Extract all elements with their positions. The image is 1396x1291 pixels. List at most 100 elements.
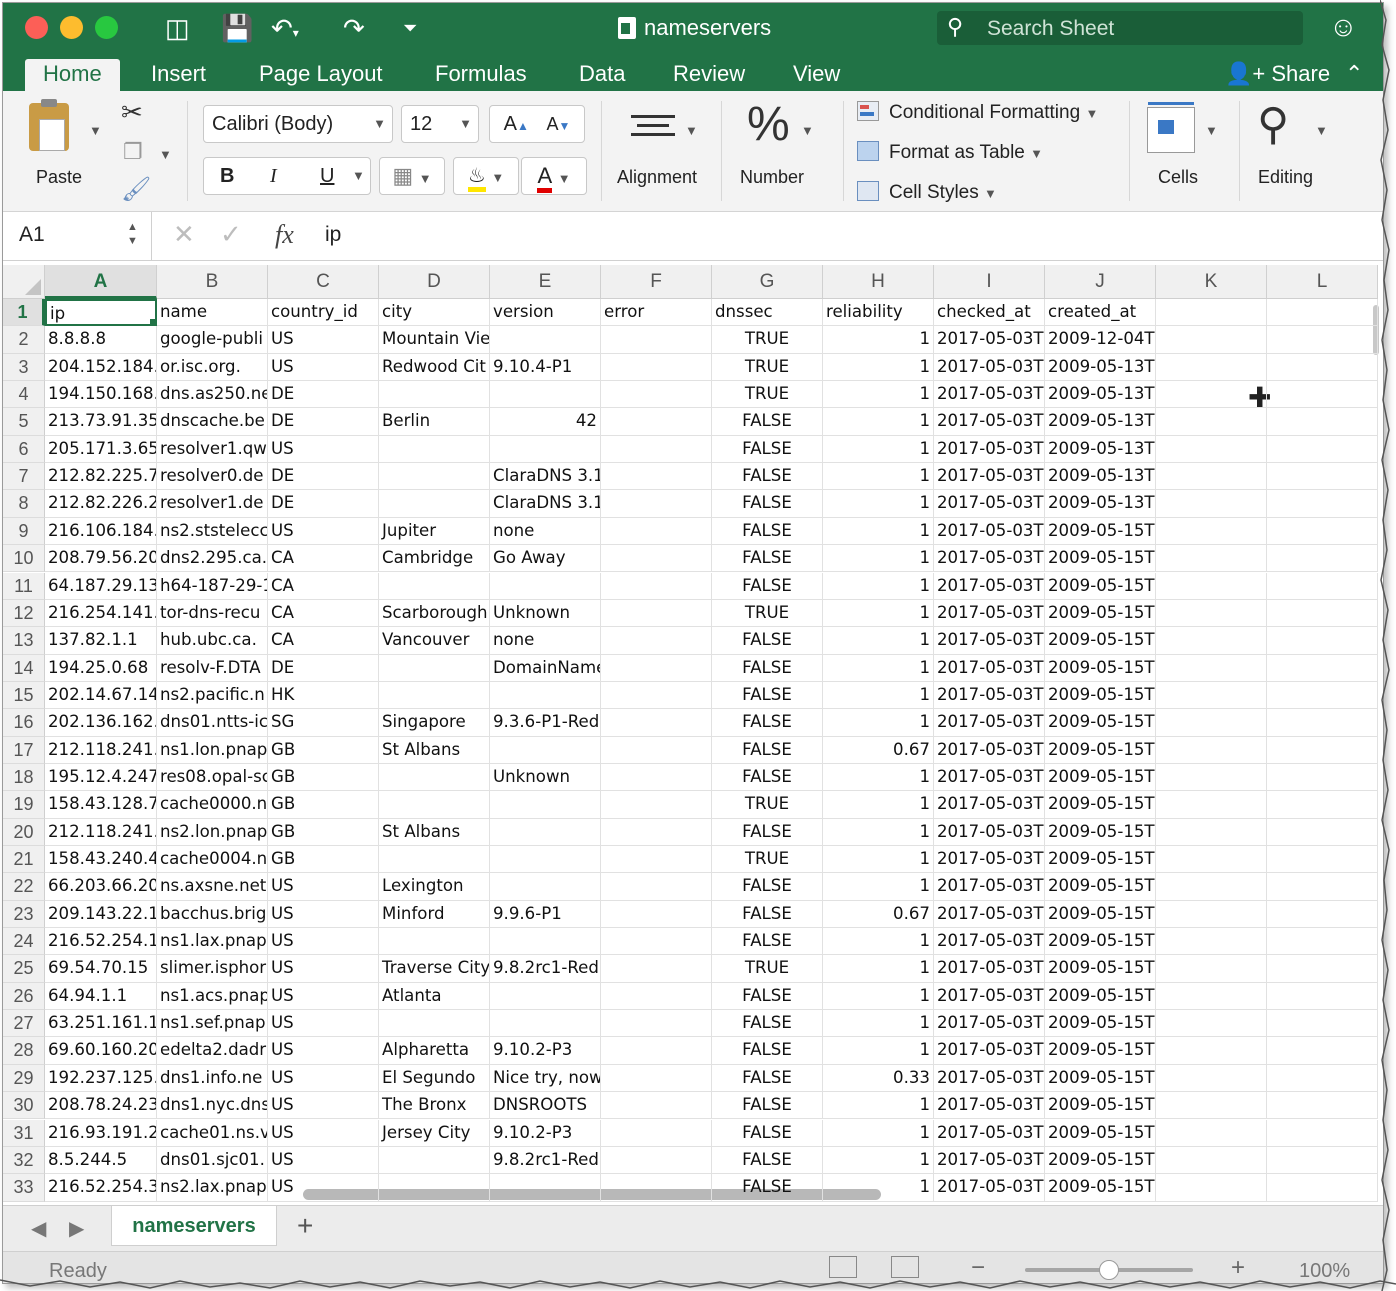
fill-color-button[interactable]: ♨ ▼ <box>453 157 519 195</box>
table-cell[interactable]: dns.as250.ne <box>157 381 268 409</box>
table-cell[interactable] <box>490 846 601 874</box>
row-header[interactable]: 18 <box>3 763 45 792</box>
table-cell[interactable]: El Segundo <box>379 1064 490 1093</box>
table-cell[interactable] <box>1156 681 1267 710</box>
table-cell[interactable] <box>1267 599 1378 628</box>
column-header-b[interactable]: B <box>157 265 268 299</box>
table-cell[interactable]: TRUE <box>712 599 823 628</box>
table-cell[interactable]: 1 <box>823 791 934 819</box>
font-color-button[interactable]: A ▼ <box>521 157 587 195</box>
table-cell[interactable] <box>1156 381 1267 409</box>
table-cell[interactable]: 2017-05-03T <box>934 1119 1045 1147</box>
column-header-f[interactable]: F <box>601 265 712 299</box>
table-cell[interactable]: HK <box>268 681 379 710</box>
table-cell[interactable] <box>1267 490 1378 518</box>
table-cell[interactable]: 2017-05-03T <box>934 818 1045 846</box>
add-sheet-icon[interactable]: + <box>297 1210 313 1242</box>
table-cell[interactable]: FALSE <box>712 517 823 546</box>
table-cell[interactable]: 2017-05-03T <box>934 627 1045 655</box>
row-header[interactable]: 29 <box>3 1064 45 1093</box>
table-cell[interactable]: US <box>268 1174 379 1202</box>
table-cell[interactable]: dns2.295.ca. <box>157 545 268 573</box>
table-cell[interactable]: The Bronx <box>379 1092 490 1120</box>
row-header[interactable]: 13 <box>3 627 45 655</box>
table-cell[interactable]: 2009-05-15T12:50:31Z <box>1045 599 1156 628</box>
table-cell[interactable]: 2017-05-03T <box>934 572 1045 600</box>
table-cell[interactable]: 137.82.1.1 <box>45 627 157 655</box>
table-cell[interactable]: 2017-05-03T <box>934 763 1045 792</box>
table-cell[interactable] <box>601 1092 712 1120</box>
table-cell[interactable] <box>601 1119 712 1147</box>
table-cell[interactable]: 2017-05-03T <box>934 791 1045 819</box>
table-cell[interactable] <box>1156 1174 1267 1202</box>
table-cell[interactable]: DNSROOTS <box>490 1092 601 1120</box>
table-cell[interactable]: 2009-05-15T12:53:13Z <box>1045 900 1156 929</box>
column-header-e[interactable]: E <box>490 265 601 299</box>
table-cell[interactable] <box>490 681 601 710</box>
tab-review[interactable]: Review <box>655 59 763 91</box>
table-cell[interactable] <box>1267 654 1378 682</box>
table-cell[interactable] <box>1156 1146 1267 1175</box>
table-cell[interactable]: 1 <box>823 846 934 874</box>
table-cell[interactable]: US <box>268 353 379 382</box>
table-cell[interactable]: 1 <box>823 599 934 628</box>
table-cell[interactable] <box>601 818 712 846</box>
font-name-select[interactable]: Calibri (Body) ▼ <box>203 105 393 143</box>
table-cell[interactable] <box>1267 435 1378 464</box>
row-header[interactable]: 20 <box>3 818 45 846</box>
table-cell[interactable]: 69.60.160.20 <box>45 1037 157 1065</box>
table-cell[interactable]: 216.52.254.1 <box>45 928 157 956</box>
table-cell[interactable]: dns1.nyc.dns <box>157 1092 268 1120</box>
table-cell[interactable]: 2009-05-15T12:50:54Z <box>1045 681 1156 710</box>
zoom-window-button[interactable] <box>95 16 118 39</box>
table-cell[interactable] <box>601 435 712 464</box>
table-cell[interactable]: Scarborough <box>379 599 490 628</box>
table-cell[interactable]: 2009-05-15T12:53:27Z <box>1045 928 1156 956</box>
table-cell[interactable] <box>490 1174 601 1202</box>
table-cell[interactable]: h64-187-29-1 <box>157 572 268 600</box>
table-cell[interactable]: DE <box>268 408 379 436</box>
underline-dropdown-icon[interactable]: ▼ <box>352 158 365 194</box>
table-cell[interactable] <box>601 572 712 600</box>
table-cell[interactable]: FALSE <box>712 1064 823 1093</box>
table-cell[interactable] <box>379 1010 490 1038</box>
minimize-window-button[interactable] <box>60 16 83 39</box>
table-cell[interactable]: 1 <box>823 681 934 710</box>
table-cell[interactable]: 0.67 <box>823 900 934 929</box>
borders-button[interactable]: ▦ ▼ <box>379 157 445 195</box>
table-cell[interactable]: ns1.lon.pnap <box>157 736 268 764</box>
search-input[interactable] <box>985 15 1289 43</box>
row-header[interactable]: 21 <box>3 846 45 874</box>
table-cell[interactable]: 9.8.2rc1-RedHat-9.8.2-0.1 <box>490 1146 601 1175</box>
header-cell[interactable]: version <box>490 299 601 327</box>
table-cell[interactable]: 1 <box>823 435 934 464</box>
table-cell[interactable] <box>1156 846 1267 874</box>
row-header[interactable]: 33 <box>3 1174 45 1202</box>
table-cell[interactable] <box>601 463 712 491</box>
table-cell[interactable]: US <box>268 982 379 1011</box>
table-cell[interactable]: ns2.pacific.n <box>157 681 268 710</box>
row-header[interactable]: 31 <box>3 1119 45 1147</box>
table-cell[interactable]: 212.82.226.2 <box>45 490 157 518</box>
column-header-j[interactable]: J <box>1045 265 1156 299</box>
editing-dropdown-icon[interactable]: ▼ <box>1315 123 1328 138</box>
alignment-icon[interactable] <box>631 109 675 142</box>
next-sheet-icon[interactable]: ▶ <box>69 1216 84 1241</box>
table-cell[interactable]: dns1.info.ne <box>157 1064 268 1093</box>
table-cell[interactable] <box>1267 408 1378 436</box>
header-cell[interactable]: country_id <box>268 299 379 327</box>
conditional-formatting-button[interactable]: Conditional Formatting ▼ <box>857 101 1098 124</box>
tab-home[interactable]: Home <box>25 59 120 91</box>
name-box-stepper-icon[interactable]: ▲ ▼ <box>127 220 138 248</box>
table-cell[interactable]: FALSE <box>712 572 823 600</box>
table-cell[interactable]: FALSE <box>712 681 823 710</box>
row-header[interactable]: 3 <box>3 353 45 382</box>
table-cell[interactable]: 2017-05-03T <box>934 654 1045 682</box>
table-cell[interactable]: GB <box>268 763 379 792</box>
table-cell[interactable] <box>379 928 490 956</box>
table-cell[interactable]: FALSE <box>712 1092 823 1120</box>
header-cell[interactable]: dnssec <box>712 299 823 327</box>
table-cell[interactable]: 2009-05-15T12:52:43Z <box>1045 736 1156 764</box>
table-cell[interactable]: none <box>490 517 601 546</box>
table-cell[interactable]: 2009-05-15T12:52:49Z <box>1045 818 1156 846</box>
